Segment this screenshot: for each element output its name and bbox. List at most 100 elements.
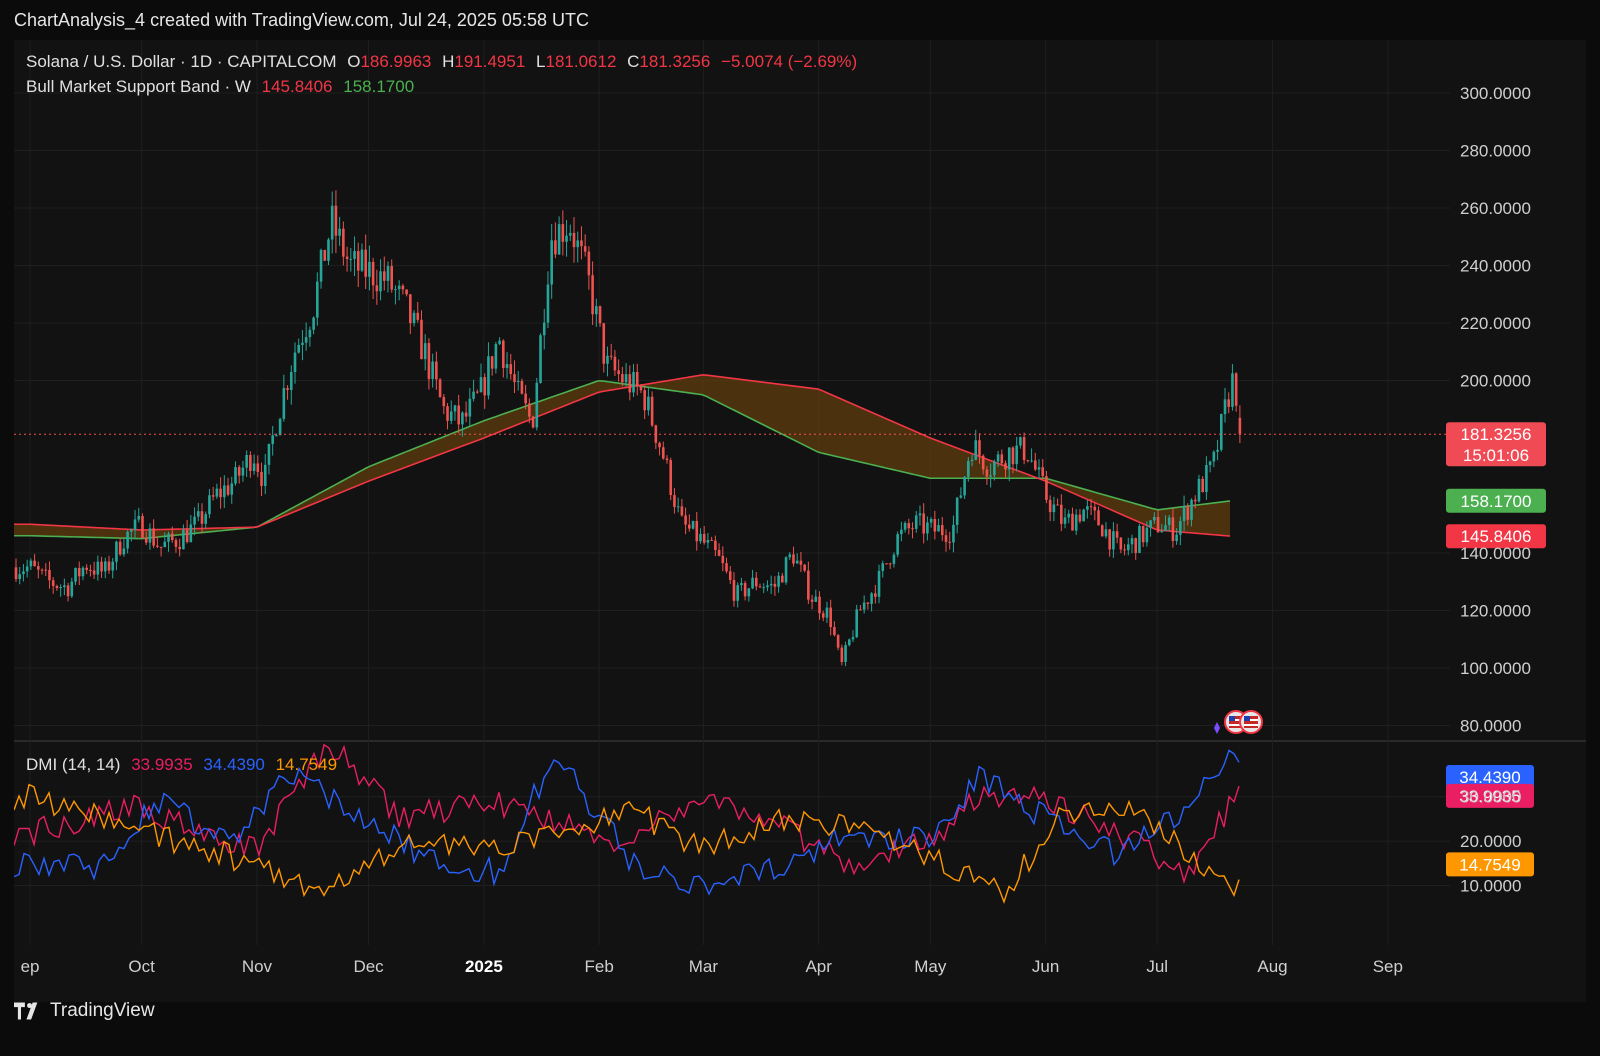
band-legend: Bull Market Support Band · W 145.8406 15… — [26, 77, 420, 97]
candle-body — [252, 463, 256, 472]
candle — [122, 538, 126, 557]
candle-body — [256, 463, 260, 472]
candle — [1205, 456, 1208, 500]
candle-body — [1208, 461, 1212, 465]
candle — [617, 359, 620, 382]
candle-body — [520, 381, 524, 394]
price-legend: Solana / U.S. Dollar · 1D · CAPITALCOM O… — [26, 52, 863, 72]
candle-body — [304, 337, 308, 343]
candle-body — [48, 569, 51, 581]
candle — [405, 289, 408, 297]
candle — [840, 644, 844, 666]
price-candles — [14, 190, 1242, 667]
candle-body — [699, 533, 702, 542]
candle — [196, 502, 200, 522]
candle-body — [781, 575, 784, 583]
candle-body — [1082, 509, 1085, 522]
candle — [606, 346, 609, 377]
candle-body — [1201, 478, 1204, 493]
candle — [647, 387, 650, 416]
candle — [580, 226, 583, 260]
candle-body — [1022, 437, 1026, 461]
candle — [397, 280, 401, 301]
dmi-tick-label: 30.0000 — [1460, 788, 1521, 807]
candle-body — [435, 361, 438, 380]
candle — [650, 391, 654, 428]
candle — [933, 510, 937, 540]
candle-body — [1234, 373, 1238, 406]
candle-body — [342, 228, 345, 257]
candle-body — [461, 412, 464, 425]
chart-frame[interactable]: 181.3256 15:01:06 158.1700 145.8406 34.4390… — [14, 40, 1586, 1002]
candle-body — [1134, 538, 1138, 553]
candle — [1115, 523, 1119, 544]
candle-body — [531, 416, 535, 428]
candle-body — [1007, 447, 1011, 470]
candle-body — [542, 322, 546, 336]
candle-body — [22, 571, 25, 575]
candle-body — [911, 528, 914, 530]
candle-body — [349, 258, 353, 260]
dmi-label[interactable]: DMI (14, 14) — [26, 755, 120, 774]
candle-body — [546, 284, 550, 323]
candle — [907, 518, 911, 535]
candle — [661, 441, 665, 460]
symbol-label[interactable]: Solana / U.S. Dollar · 1D · CAPITALCOM — [26, 52, 337, 71]
candle — [356, 242, 360, 288]
tradingview-footer[interactable]: TradingView — [14, 1000, 155, 1022]
candle — [781, 572, 784, 583]
candle-body — [1119, 537, 1123, 550]
chart-canvas[interactable]: 181.3256 15:01:06 158.1700 145.8406 34.4390… — [14, 40, 1586, 1002]
candle — [1130, 534, 1134, 554]
candle — [1074, 509, 1078, 535]
candle-body — [144, 537, 148, 543]
candle-body — [821, 613, 825, 618]
candle — [25, 559, 29, 578]
band-fill — [14, 374, 1230, 539]
candle — [55, 584, 59, 591]
candle — [725, 557, 728, 574]
candle — [866, 601, 870, 610]
candle-body — [1145, 527, 1149, 543]
candle — [115, 540, 118, 571]
candle — [1141, 525, 1145, 547]
candle-body — [364, 249, 367, 277]
time-tick-label: Feb — [585, 957, 614, 976]
candle-body — [490, 356, 494, 369]
candle — [658, 441, 661, 456]
candle-body — [1112, 531, 1115, 550]
candle-body — [1011, 447, 1015, 465]
candle-body — [721, 555, 725, 564]
candle-body — [866, 602, 870, 604]
candle — [1037, 459, 1041, 479]
candle-body — [40, 569, 44, 571]
candle-body — [472, 391, 475, 399]
candle-body — [598, 306, 602, 324]
candle — [1030, 448, 1033, 463]
candle-body — [189, 524, 193, 543]
candle-body — [1000, 454, 1004, 464]
candle-body — [1156, 516, 1160, 533]
candle — [565, 219, 568, 257]
candle — [918, 505, 922, 526]
candle-body — [855, 609, 859, 638]
candle-body — [676, 506, 680, 508]
candle-body — [118, 541, 122, 555]
candle — [1231, 364, 1234, 411]
candle — [260, 462, 263, 496]
candle — [940, 517, 944, 542]
candle-body — [111, 561, 115, 571]
candle — [148, 523, 152, 550]
candle — [557, 216, 561, 255]
candle-body — [516, 381, 520, 383]
candle-body — [1197, 478, 1201, 502]
us-event-flag-icon — [1239, 710, 1263, 734]
candle-body — [130, 529, 133, 532]
candle — [844, 641, 847, 667]
candle — [1100, 524, 1104, 537]
candle — [297, 338, 301, 354]
candle — [948, 531, 952, 550]
candle — [498, 337, 501, 345]
candle-body — [777, 575, 780, 587]
band-label[interactable]: Bull Market Support Band · W — [26, 77, 251, 96]
